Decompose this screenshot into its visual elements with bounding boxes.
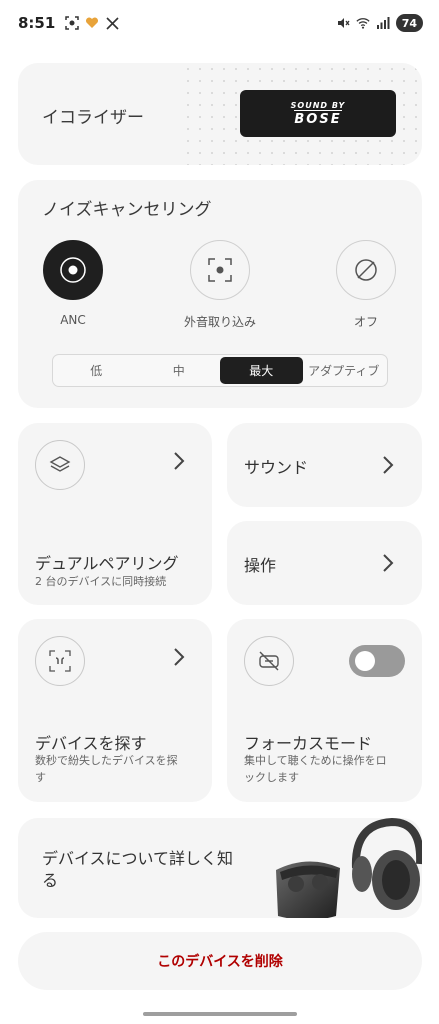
- mode-label-anc: ANC: [60, 313, 86, 327]
- mute-icon: [336, 16, 350, 30]
- focus-mode-tile[interactable]: フォーカスモード 集中して聴くために操作をロ ックします: [227, 619, 422, 802]
- layers-icon-circle: [35, 440, 85, 490]
- x-icon: [105, 16, 119, 30]
- find-device-title: デバイスを探す: [35, 734, 147, 753]
- noise-cancelling-title: ノイズキャンセリング: [42, 200, 212, 220]
- mode-ambient[interactable]: 外音取り込み: [170, 240, 270, 330]
- earbuds-case-image: [276, 861, 340, 918]
- sound-by-bose-logo: SOUND BY BOSE: [240, 90, 396, 137]
- focus-mode-subtitle-1: 集中して聴くために操作をロ: [244, 754, 387, 767]
- controls-tile[interactable]: 操作: [227, 521, 422, 605]
- find-device-subtitle-2: す: [35, 771, 46, 784]
- learn-more-line-2: る: [42, 871, 59, 890]
- learn-more-text: デバイスについて詳しく知 る: [42, 848, 252, 892]
- equalizer-label: イコライザー: [42, 108, 144, 128]
- ambient-mode-button[interactable]: [190, 240, 250, 300]
- anc-icon: [60, 257, 86, 283]
- home-indicator[interactable]: [143, 1012, 297, 1016]
- focus-lock-icon: [259, 651, 279, 671]
- earbuds-search-icon: [49, 650, 71, 672]
- bose-logo-top: SOUND BY: [290, 100, 346, 110]
- mode-label-off: オフ: [353, 315, 378, 329]
- toggle-knob: [355, 651, 375, 671]
- focus-icon-circle: [244, 636, 294, 686]
- learn-more-card[interactable]: デバイスについて詳しく知 る: [18, 818, 422, 918]
- noise-cancelling-card: ノイズキャンセリング ANC 外音取り込み オフ 低 中 最大 アダプティブ: [18, 180, 422, 408]
- delete-device-button[interactable]: このデバイスを削除: [18, 932, 422, 990]
- dual-pairing-title: デュアルペアリング: [35, 554, 179, 573]
- find-device-tile[interactable]: デバイスを探す 数秒で紛失したデバイスを探 す: [18, 619, 212, 802]
- level-adaptive[interactable]: アダプティブ: [303, 357, 386, 384]
- mode-anc[interactable]: ANC: [23, 240, 123, 327]
- controls-title: 操作: [244, 556, 277, 575]
- level-max[interactable]: 最大: [220, 357, 303, 384]
- headphones-image: [351, 818, 422, 910]
- focus-mode-title: フォーカスモード: [244, 734, 373, 753]
- chevron-right-icon: [383, 456, 394, 474]
- screenshot-icon: [65, 16, 80, 30]
- chevron-right-icon: [174, 452, 185, 470]
- status-bar: 8:51 74: [0, 0, 439, 46]
- focus-mode-toggle[interactable]: [349, 645, 405, 677]
- find-device-subtitle-1: 数秒で紛失したデバイスを探: [35, 754, 178, 767]
- status-time: 8:51: [18, 14, 56, 32]
- sound-title: サウンド: [244, 458, 309, 477]
- focus-mode-subtitle-2: ックします: [244, 771, 299, 784]
- equalizer-card[interactable]: イコライザー SOUND BY BOSE: [18, 63, 422, 165]
- level-mid[interactable]: 中: [138, 357, 221, 384]
- bose-logo-main: BOSE: [294, 109, 342, 127]
- dual-pairing-subtitle: 2 台のデバイスに同時接続: [35, 575, 167, 588]
- off-mode-button[interactable]: [336, 240, 396, 300]
- mode-label-ambient: 外音取り込み: [183, 315, 256, 329]
- heart-icon: [85, 16, 99, 30]
- signal-icon: [376, 16, 390, 30]
- delete-device-label: このデバイスを削除: [157, 954, 283, 970]
- learn-more-line-1: デバイスについて詳しく知: [42, 849, 234, 868]
- level-low[interactable]: 低: [55, 357, 138, 384]
- mode-off[interactable]: オフ: [316, 240, 416, 330]
- off-icon: [355, 259, 377, 281]
- chevron-right-icon: [174, 648, 185, 666]
- sound-tile[interactable]: サウンド: [227, 423, 422, 507]
- earbuds-icon-circle: [35, 636, 85, 686]
- battery-indicator: 74: [395, 14, 423, 32]
- dual-pairing-tile[interactable]: デュアルペアリング 2 台のデバイスに同時接続: [18, 423, 212, 605]
- layers-icon: [49, 456, 71, 472]
- anc-level-selector: 低 中 最大 アダプティブ: [52, 354, 388, 387]
- ambient-sound-icon: [208, 258, 232, 282]
- wifi-icon: [356, 16, 370, 30]
- anc-mode-button[interactable]: [43, 240, 103, 300]
- chevron-right-icon: [383, 554, 394, 572]
